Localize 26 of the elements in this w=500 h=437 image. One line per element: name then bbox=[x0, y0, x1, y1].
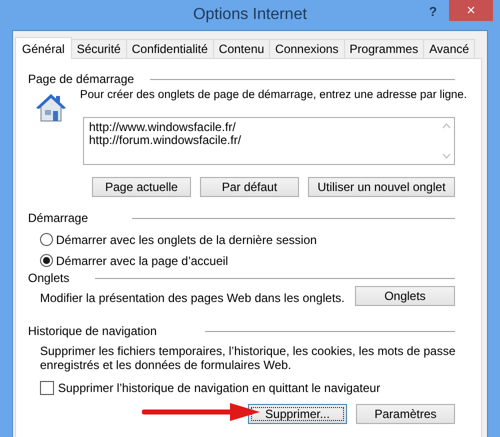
tab[interactable]: Avancé bbox=[423, 39, 476, 58]
description-text: Pour créer des onglets de page de démarrage, entrez une adresse par ligne. bbox=[80, 89, 467, 101]
section-heading: Historique de navigation bbox=[28, 324, 157, 338]
tab[interactable]: Programmes bbox=[344, 39, 424, 58]
tab[interactable]: Général bbox=[15, 37, 72, 59]
section-heading: Onglets bbox=[28, 271, 70, 285]
window-title: Options Internet bbox=[193, 6, 307, 24]
page-button[interactable]: Page actuelle bbox=[92, 177, 191, 197]
option-label: Démarrer avec la page d’accueil bbox=[56, 254, 228, 268]
history-button[interactable]: Supprimer... bbox=[248, 404, 347, 424]
option-label: Démarrer avec les onglets de la dernière session bbox=[56, 232, 317, 246]
section-heading: Démarrage bbox=[28, 211, 88, 225]
page-button[interactable]: Par défaut bbox=[200, 177, 299, 197]
house-icon bbox=[34, 91, 68, 123]
description-text: Modifier la présentation des pages Web dans les onglets. bbox=[40, 290, 345, 305]
close-button[interactable]: × bbox=[449, 0, 493, 21]
radio-button[interactable] bbox=[40, 254, 53, 267]
help-button[interactable]: ? bbox=[429, 4, 437, 19]
page-button[interactable]: Utiliser un nouvel onglet bbox=[308, 177, 455, 197]
description-text: Supprimer les fichiers temporaires, l’historique, les cookies, les mots de passe enregistrés et les données de formulaires Web. bbox=[40, 344, 457, 372]
checkbox-label: Supprimer l’historique de navigation en quittant le navigateur bbox=[58, 380, 380, 394]
section-heading: Page de démarrage bbox=[28, 72, 134, 86]
tabs-button[interactable]: Onglets bbox=[355, 286, 455, 306]
radio-button[interactable] bbox=[40, 233, 53, 246]
history-button[interactable]: Paramètres bbox=[356, 404, 455, 424]
checkbox[interactable] bbox=[40, 380, 54, 394]
